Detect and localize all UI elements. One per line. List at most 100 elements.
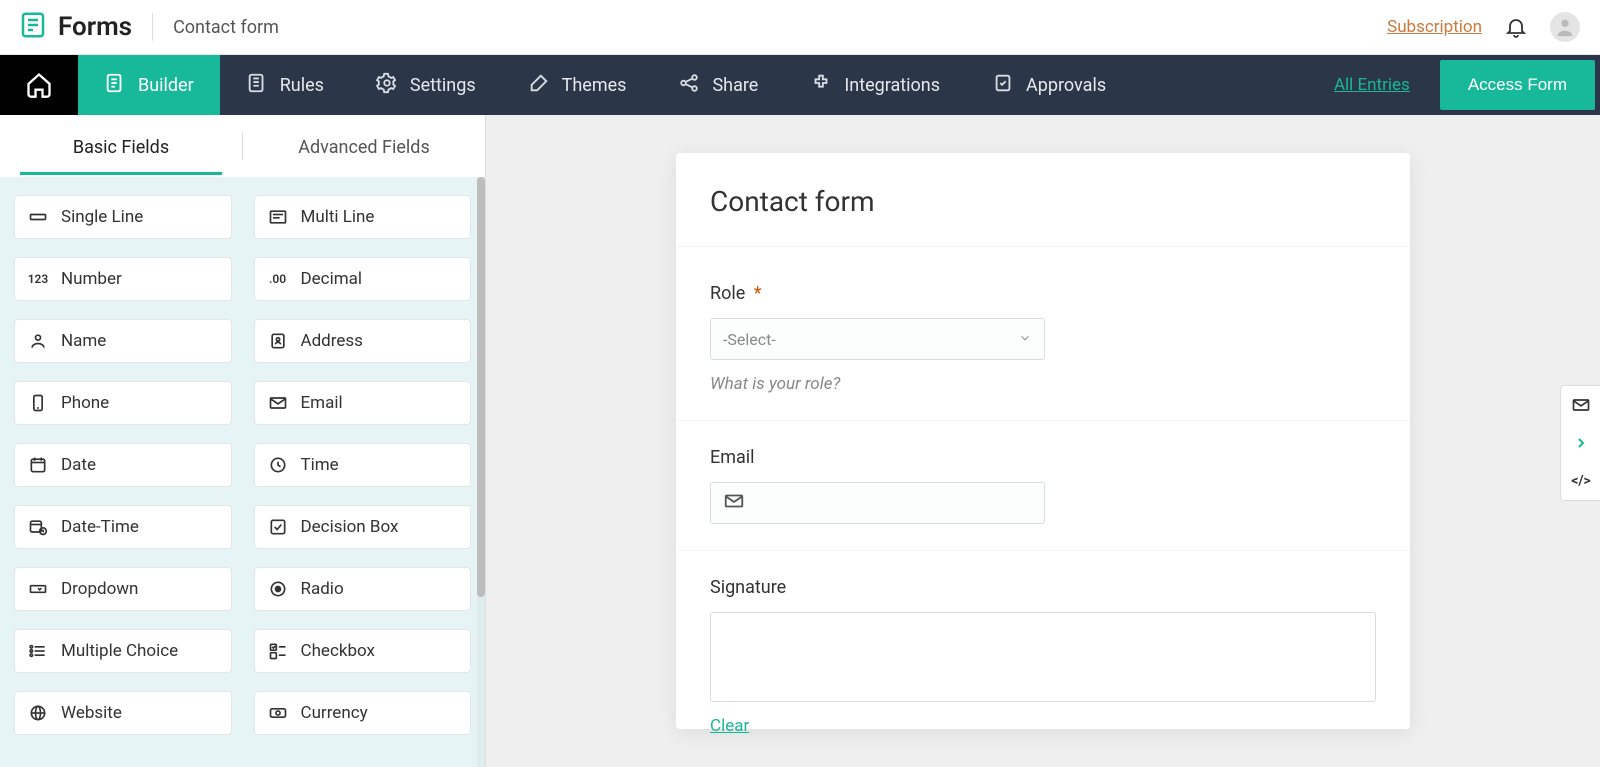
form-field-email[interactable]: Email [676,421,1410,551]
email-input[interactable] [710,482,1045,524]
website-icon [27,702,49,724]
time-icon [267,454,289,476]
subscription-link[interactable]: Subscription [1387,17,1482,37]
role-select[interactable]: -Select- [710,318,1045,360]
access-form-button[interactable]: Access Form [1440,60,1595,110]
topbar: Forms Contact form Subscription [0,0,1600,55]
breadcrumb: Contact form [173,17,279,38]
field-grid: Single Line Multi Line 123Number .00Deci… [0,177,485,753]
nav-label: Builder [138,75,194,96]
checkbox-icon [267,640,289,662]
field-label: Currency [301,703,368,723]
nav-integrations[interactable]: Integrations [784,55,966,115]
field-address[interactable]: Address [254,319,472,363]
nav-share[interactable]: Share [652,55,784,115]
field-currency[interactable]: Currency [254,691,472,735]
approvals-icon [992,72,1014,99]
clear-signature-link[interactable]: Clear [710,716,749,736]
integrations-icon [810,72,832,99]
nav-label: Share [712,75,758,96]
rail-code-icon[interactable]: </> [1561,462,1600,500]
all-entries-link[interactable]: All Entries [1334,75,1410,95]
nav-settings[interactable]: Settings [350,55,502,115]
tab-basic-fields[interactable]: Basic Fields [0,119,242,174]
phone-icon [27,392,49,414]
mail-icon [723,490,745,516]
field-name[interactable]: Name [14,319,232,363]
field-label: Name [61,331,106,351]
rail-collapse-icon[interactable] [1561,424,1600,462]
field-time[interactable]: Time [254,443,472,487]
topbar-right: Subscription [1387,12,1580,42]
field-label: Role * [710,283,1376,304]
nav-rules[interactable]: Rules [220,55,350,115]
field-label: Date-Time [61,517,139,537]
divider [152,13,153,41]
field-date[interactable]: Date [14,443,232,487]
field-label: Dropdown [61,579,138,599]
sidebar-scrollbar[interactable] [477,177,485,767]
form-field-role[interactable]: Role * -Select- What is your role? [676,257,1410,421]
field-label: Address [301,331,363,351]
field-label: Phone [61,393,109,413]
field-label: Radio [301,579,344,599]
form-card: Contact form Role * -Select- What is you… [676,153,1410,729]
field-label: Checkbox [301,641,375,661]
field-radio[interactable]: Radio [254,567,472,611]
nav-builder[interactable]: Builder [78,55,220,115]
tab-advanced-fields[interactable]: Advanced Fields [243,119,485,174]
themes-icon [528,72,550,99]
field-website[interactable]: Website [14,691,232,735]
field-label: Signature [710,577,1376,598]
form-body: Role * -Select- What is your role? Email [676,247,1410,767]
field-label: Multi Line [301,207,375,227]
field-number[interactable]: 123 Number [14,257,232,301]
field-label: Email [301,393,343,413]
field-label: Number [61,269,122,289]
required-mark: * [754,283,762,304]
right-rail: </> [1560,385,1600,501]
nav-right: All Entries Access Form [1334,55,1600,115]
notification-bell-icon[interactable] [1504,15,1528,39]
form-field-signature[interactable]: Signature Clear [676,551,1410,762]
user-avatar-icon[interactable] [1550,12,1580,42]
email-icon [267,392,289,414]
rail-mail-icon[interactable] [1561,386,1600,424]
currency-icon [267,702,289,724]
form-title[interactable]: Contact form [676,153,1410,247]
field-label: Date [61,455,96,475]
fields-sidebar: Basic Fields Advanced Fields Single Line… [0,115,486,767]
multiple-choice-icon [27,640,49,662]
field-label: Single Line [61,207,143,227]
field-decision-box[interactable]: Decision Box [254,505,472,549]
main: Basic Fields Advanced Fields Single Line… [0,115,1600,767]
number-icon: 123 [27,268,49,290]
field-decimal[interactable]: .00Decimal [254,257,472,301]
nav-approvals[interactable]: Approvals [966,55,1132,115]
field-dropdown[interactable]: Dropdown [14,567,232,611]
field-multi-line[interactable]: Multi Line [254,195,472,239]
chevron-down-icon [1018,330,1032,349]
decimal-icon: .00 [267,268,289,290]
share-icon [678,72,700,99]
builder-icon [104,72,126,99]
field-multiple-choice[interactable]: Multiple Choice [14,629,232,673]
field-label: Decision Box [301,517,399,537]
field-date-time[interactable]: Date-Time [14,505,232,549]
field-email[interactable]: Email [254,381,472,425]
nav-home[interactable] [0,55,78,115]
address-icon [267,330,289,352]
signature-pad[interactable] [710,612,1376,702]
multi-line-icon [267,206,289,228]
field-single-line[interactable]: Single Line [14,195,232,239]
field-label: Multiple Choice [61,641,178,661]
field-checkbox[interactable]: Checkbox [254,629,472,673]
field-phone[interactable]: Phone [14,381,232,425]
field-label: Website [61,703,122,723]
name-icon [27,330,49,352]
nav-label: Rules [280,75,324,96]
decision-box-icon [267,516,289,538]
nav-label: Approvals [1026,75,1106,96]
nav-themes[interactable]: Themes [502,55,653,115]
nav-label: Settings [410,75,476,96]
